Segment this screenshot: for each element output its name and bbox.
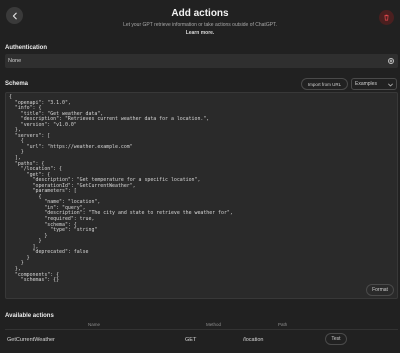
import-from-url-button[interactable]: Import from URL bbox=[301, 78, 348, 90]
column-header-name: Name bbox=[88, 322, 101, 327]
gear-icon[interactable] bbox=[387, 57, 395, 65]
authentication-label: Authentication bbox=[5, 45, 47, 51]
action-name: GetCurrentWeather bbox=[7, 337, 55, 343]
schema-label: Schema bbox=[5, 81, 29, 87]
column-header-method: Method bbox=[206, 322, 222, 327]
page-subtitle: Let your GPT retrieve information or tak… bbox=[123, 22, 277, 28]
schema-editor[interactable]: { "openapi": "3.1.0", "info": { "title":… bbox=[5, 92, 398, 299]
examples-select[interactable]: Examples bbox=[351, 78, 397, 90]
authentication-value: None bbox=[8, 58, 22, 64]
schema-code[interactable]: { "openapi": "3.1.0", "info": { "title":… bbox=[9, 94, 233, 284]
trash-icon bbox=[384, 14, 389, 21]
action-path: /location bbox=[243, 337, 264, 343]
action-method: GET bbox=[185, 337, 197, 343]
delete-button[interactable] bbox=[379, 10, 394, 25]
format-button[interactable]: Format bbox=[366, 284, 394, 296]
learn-more-link[interactable]: Learn more. bbox=[0, 30, 400, 36]
available-actions-label: Available actions bbox=[5, 313, 54, 319]
chevron-down-icon bbox=[388, 83, 393, 87]
column-header-path: Path bbox=[278, 322, 288, 327]
examples-select-label: Examples bbox=[355, 81, 377, 87]
authentication-field[interactable]: None bbox=[5, 54, 398, 68]
code-line: "schemas": {} bbox=[9, 277, 60, 284]
header: Add actions Let your GPT retrieve inform… bbox=[0, 0, 400, 40]
table-row: GetCurrentWeather GET /location Test bbox=[5, 329, 398, 349]
page-title: Add actions bbox=[171, 8, 229, 19]
test-button[interactable]: Test bbox=[325, 333, 347, 345]
